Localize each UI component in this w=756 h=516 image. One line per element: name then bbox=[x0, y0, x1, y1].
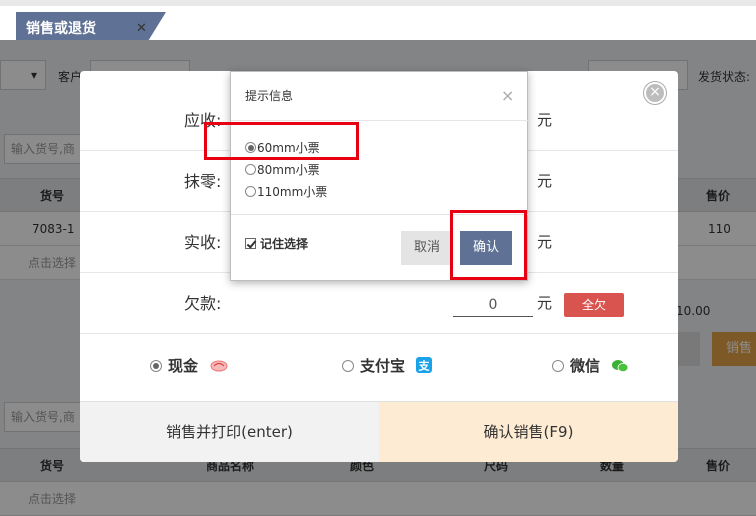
rounding-label: 抹零: bbox=[184, 172, 222, 191]
debt-label: 欠款: bbox=[184, 294, 222, 313]
cash-icon bbox=[210, 360, 228, 372]
payment-method-cash[interactable]: 现金 bbox=[150, 354, 229, 378]
tab-bar: 销售或退货 ✕ bbox=[0, 0, 756, 46]
option-80mm[interactable]: 80mm小票 bbox=[245, 161, 320, 178]
radio-wechat[interactable] bbox=[552, 360, 564, 372]
alipay-label: 支付宝 bbox=[360, 357, 406, 375]
received-unit: 元 bbox=[537, 233, 553, 251]
rounding-unit: 元 bbox=[537, 172, 553, 190]
dialog-title: 提示信息 bbox=[245, 89, 294, 103]
debt-unit: 元 bbox=[537, 294, 553, 312]
alipay-icon: 支 bbox=[416, 357, 433, 373]
cancel-button[interactable]: 取消 bbox=[401, 231, 453, 265]
dialog-close-icon[interactable]: × bbox=[501, 86, 514, 105]
cash-label: 现金 bbox=[168, 357, 199, 375]
option-110mm[interactable]: 110mm小票 bbox=[245, 183, 327, 200]
remember-label: 记住选择 bbox=[260, 237, 309, 251]
payment-method-wechat[interactable]: 微信 bbox=[552, 354, 629, 378]
radio-110mm[interactable] bbox=[245, 186, 256, 197]
confirm-sale-button[interactable]: 确认销售(F9) bbox=[379, 401, 678, 462]
remember-checkbox[interactable] bbox=[245, 238, 256, 249]
highlight-box-confirm bbox=[450, 210, 527, 280]
payment-method-alipay[interactable]: 支付宝 支 bbox=[342, 354, 433, 378]
remember-choice[interactable]: 记住选择 bbox=[245, 235, 308, 252]
sell-and-print-button[interactable]: 销售并打印(enter) bbox=[80, 401, 379, 462]
wechat-icon bbox=[612, 360, 629, 373]
wechat-label: 微信 bbox=[570, 357, 601, 375]
highlight-box-60mm bbox=[204, 122, 359, 160]
radio-alipay[interactable] bbox=[342, 360, 354, 372]
received-label: 实收: bbox=[184, 233, 222, 252]
option-label: 80mm小票 bbox=[257, 163, 320, 177]
dialog-divider bbox=[231, 120, 529, 121]
modal-footer: 销售并打印(enter) 确认销售(F9) bbox=[80, 401, 678, 462]
receivable-unit: 元 bbox=[537, 111, 553, 129]
radio-80mm[interactable] bbox=[245, 164, 256, 175]
tab-label: 销售或退货 bbox=[26, 21, 96, 37]
svg-text:支: 支 bbox=[418, 359, 431, 373]
debt-input[interactable]: 0 bbox=[453, 293, 533, 317]
owe-all-button[interactable]: 全欠 bbox=[564, 293, 624, 317]
option-label: 110mm小票 bbox=[257, 185, 328, 199]
radio-cash[interactable] bbox=[150, 360, 162, 372]
